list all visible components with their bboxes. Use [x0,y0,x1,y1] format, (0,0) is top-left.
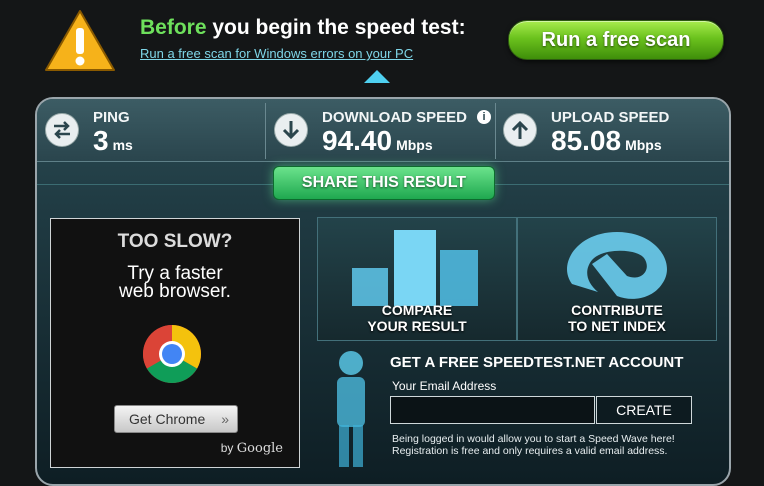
fineprint-line-2: Registration is free and only requires a… [392,445,668,457]
banner-headline: Before you begin the speed test: [140,16,466,40]
ad-line-2: web browser. [119,281,231,302]
chrome-logo-icon [143,325,201,383]
contribute-net-index-tile[interactable]: CONTRIBUTE TO NET INDEX [517,217,717,341]
signup-fineprint: Being logged in would allow you to start… [392,433,675,457]
create-account-button[interactable]: CREATE [596,396,692,424]
compare-line-2: YOUR RESULT [367,318,467,334]
download-stat: DOWNLOAD SPEED 94.40 Mbps [266,99,494,161]
download-value-row: 94.40 Mbps [322,125,433,157]
download-value: 94.40 [322,125,393,156]
info-icon[interactable]: i [477,110,491,124]
email-field[interactable] [390,396,595,424]
by-google: by Google [221,441,283,456]
upload-arrow-icon [503,113,537,147]
ad-copy: Try a faster web browser. [51,264,299,302]
person-icon [337,351,365,467]
contribute-line-1: CONTRIBUTE [571,302,663,318]
upload-value: 85.08 [551,125,622,156]
get-chrome-button[interactable]: Get Chrome » [114,405,238,433]
contribute-line-2: TO NET INDEX [568,318,666,334]
ping-label: PING [93,109,130,126]
ping-stat: PING 3 ms [37,99,265,161]
ping-value-row: 3 ms [93,125,133,157]
upload-label: UPLOAD SPEED [551,109,670,126]
download-unit: Mbps [396,137,433,153]
results-frame: PING 3 ms DOWNLOAD SPEED 94.40 Mbps i UPLO… [35,97,731,486]
ping-value: 3 [93,125,109,156]
get-chrome-label: Get Chrome [129,411,206,427]
headline-highlight: Before [140,16,207,39]
google-brand: Google [236,441,283,456]
stats-bar: PING 3 ms DOWNLOAD SPEED 94.40 Mbps i UPLO… [37,99,729,162]
pointer-triangle [364,70,390,83]
ad-title: TOO SLOW? [117,231,233,252]
chrome-ad-panel: TOO SLOW? Try a faster web browser. Get … [50,218,300,468]
account-title: GET A FREE SPEEDTEST.NET ACCOUNT [390,354,684,371]
upload-stat: UPLOAD SPEED 85.08 Mbps [495,99,729,161]
net-index-icon [567,232,667,299]
compare-caption: COMPARE YOUR RESULT [318,302,516,334]
ping-unit: ms [112,137,133,153]
chevron-right-icon: » [221,411,229,427]
bar-chart-icon [352,230,478,306]
scan-link[interactable]: Run a free scan for Windows errors on yo… [140,46,413,61]
warning-icon [45,10,115,71]
run-free-scan-button[interactable]: Run a free scan [508,20,724,60]
upload-unit: Mbps [625,137,662,153]
headline-text: you begin the speed test: [206,16,466,39]
ping-arrows-icon [45,113,79,147]
contribute-caption: CONTRIBUTE TO NET INDEX [518,302,716,334]
download-label: DOWNLOAD SPEED [322,109,468,126]
share-result-button[interactable]: SHARE THIS RESULT [273,166,495,200]
compare-result-tile[interactable]: COMPARE YOUR RESULT [317,217,517,341]
by-text: by [220,441,234,455]
upload-value-row: 85.08 Mbps [551,125,662,157]
email-label: Your Email Address [392,379,497,393]
compare-line-1: COMPARE [381,302,453,318]
fineprint-line-1: Being logged in would allow you to start… [392,433,675,445]
download-arrow-icon [274,113,308,147]
